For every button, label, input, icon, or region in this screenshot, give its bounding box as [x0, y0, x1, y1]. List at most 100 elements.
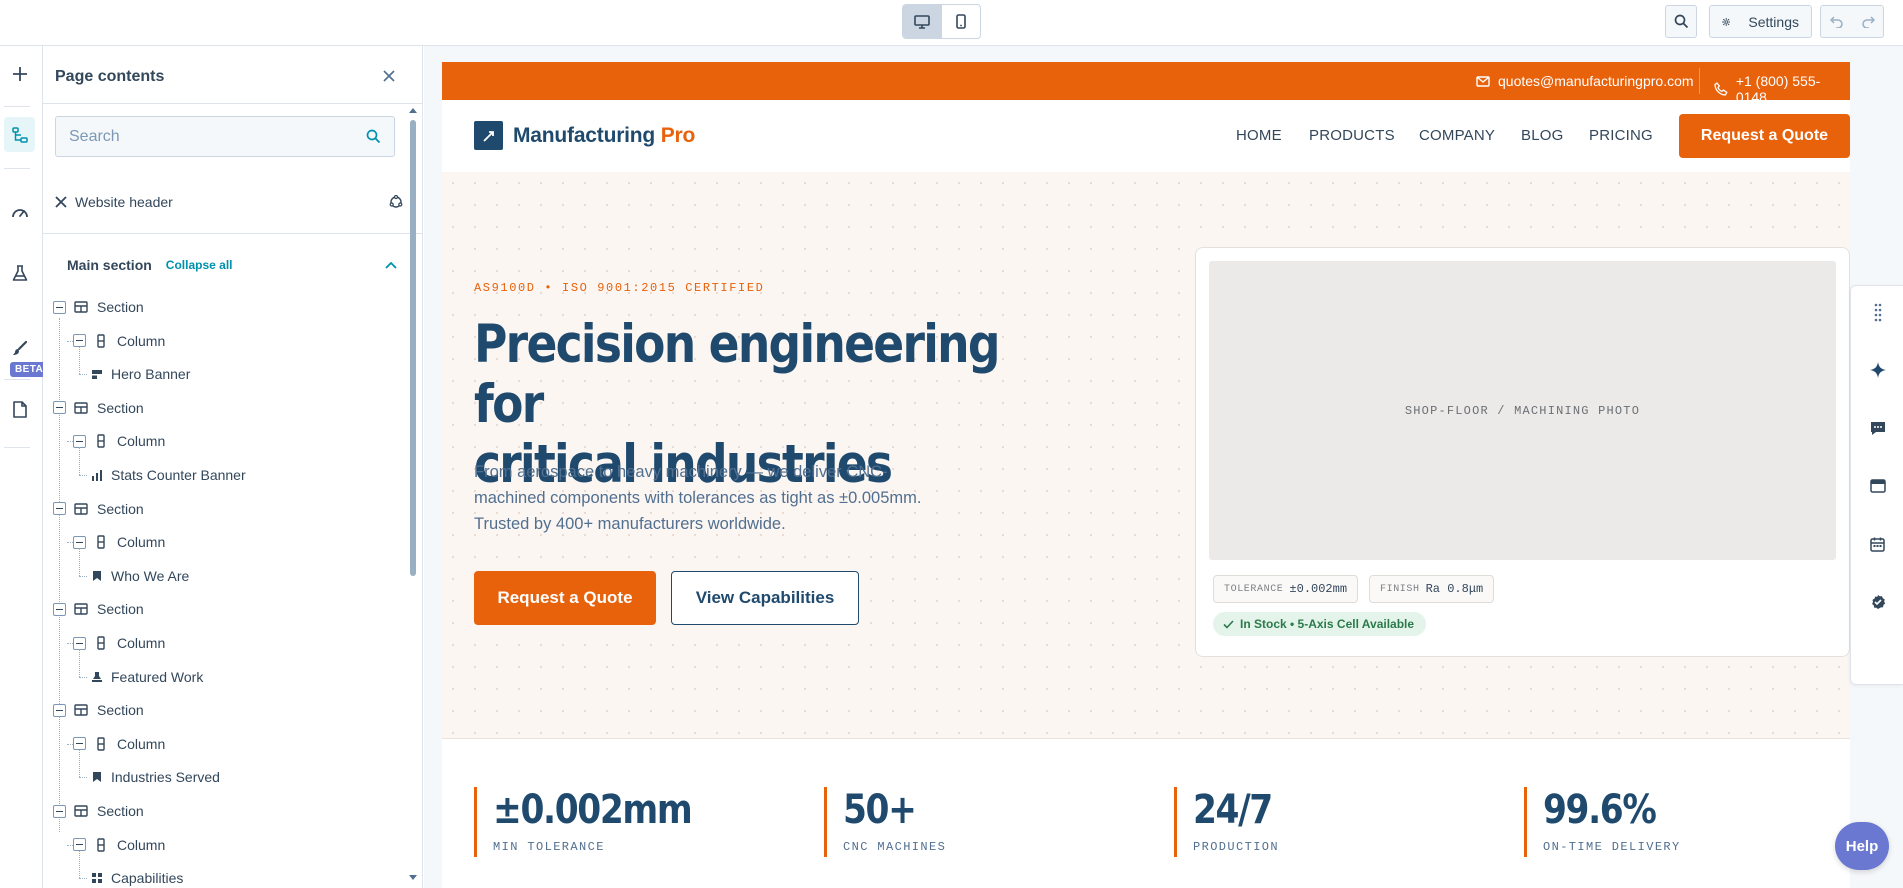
tree-collapse-toggle[interactable] — [73, 434, 86, 448]
tree-section-node[interactable]: Section — [53, 498, 144, 520]
stat-item: ±0.002mm MIN TOLERANCE — [474, 787, 724, 857]
close-panel-button[interactable] — [383, 70, 395, 82]
add-module-button[interactable] — [4, 56, 35, 91]
rail-divider — [4, 379, 30, 380]
tree-collapse-toggle[interactable] — [53, 602, 66, 616]
settings-label: Settings — [1748, 13, 1799, 30]
hero-eyebrow: AS9100D • ISO 9001:2015 CERTIFIED — [474, 281, 765, 295]
tree-column-node[interactable]: Column — [73, 531, 165, 553]
tree-node-label: Section — [97, 299, 144, 315]
tree-collapse-toggle[interactable] — [53, 703, 66, 717]
tree-column-node[interactable]: Column — [73, 834, 165, 856]
contact-email-text: quotes@manufacturingpro.com — [1498, 73, 1694, 89]
tree-collapse-toggle[interactable] — [73, 535, 86, 549]
history-controls — [1820, 5, 1884, 38]
settings-button[interactable]: Settings — [1709, 5, 1812, 38]
optimize-button[interactable] — [4, 194, 35, 229]
tree-node-label: Who We Are — [111, 567, 190, 584]
brush-icon — [12, 340, 27, 355]
tree-column-node[interactable]: Column — [73, 330, 165, 352]
mobile-preview-button[interactable] — [941, 5, 980, 38]
tree-collapse-toggle[interactable] — [53, 401, 66, 415]
drag-handle[interactable] — [1851, 297, 1903, 327]
hero-request-quote-button[interactable]: Request a Quote — [474, 571, 656, 625]
tree-module-node[interactable]: Stats Counter Banner — [91, 464, 246, 486]
tree-collapse-toggle[interactable] — [53, 502, 66, 516]
nav-request-quote-button[interactable]: Request a Quote — [1679, 114, 1850, 158]
tree-section-node[interactable]: Section — [53, 800, 144, 822]
section-icon — [74, 402, 88, 414]
nav-home[interactable]: HOME — [1236, 127, 1282, 144]
column-icon — [97, 636, 105, 650]
tree-collapse-toggle[interactable] — [53, 300, 66, 314]
browser-preview-button[interactable] — [1851, 471, 1903, 501]
chevron-up-icon[interactable] — [385, 261, 397, 269]
website-header-row[interactable]: Website header — [55, 190, 405, 214]
finish-spec: FINISH Ra 0.8μm — [1369, 575, 1495, 603]
tree-guide-line — [79, 749, 80, 778]
design-button[interactable] — [4, 330, 35, 365]
tree-section-node[interactable]: Section — [53, 296, 144, 318]
nav-pricing[interactable]: PRICING — [1589, 127, 1653, 144]
tree-module-node[interactable]: Capabilities — [91, 867, 183, 888]
undo-icon[interactable] — [1829, 15, 1844, 28]
tree-module-node[interactable]: Industries Served — [91, 766, 220, 788]
help-button[interactable]: Help — [1835, 822, 1889, 870]
stat-item: 24/7 PRODUCTION — [1174, 787, 1285, 857]
nav-blog[interactable]: BLOG — [1521, 127, 1563, 144]
right-assistant-sidebar — [1850, 285, 1903, 685]
tree-column-node[interactable]: Column — [73, 430, 165, 452]
page-settings-button[interactable] — [4, 392, 35, 427]
desktop-preview-button[interactable] — [903, 5, 941, 38]
search-button[interactable] — [1665, 5, 1697, 38]
tree-collapse-toggle[interactable] — [73, 737, 86, 751]
stock-badge: In Stock • 5-Axis Cell Available — [1213, 612, 1427, 636]
header-node-icon — [55, 196, 67, 208]
tree-module-node[interactable]: Who We Are — [91, 565, 189, 587]
stat-value: 24/7 — [1193, 787, 1273, 833]
panel-scroll-thumb[interactable] — [410, 120, 416, 576]
tree-guide-line — [79, 548, 80, 576]
tree-module-node[interactable]: Featured Work — [91, 666, 203, 688]
stock-badge-text: In Stock • 5-Axis Cell Available — [1240, 617, 1415, 631]
search-input[interactable] — [69, 127, 366, 146]
tree-node-label: Column — [117, 433, 166, 450]
tasks-button[interactable] — [1851, 587, 1903, 617]
calendar-button[interactable] — [1851, 529, 1903, 559]
tree-collapse-toggle[interactable] — [73, 838, 86, 852]
collapse-all-link[interactable]: Collapse all — [166, 258, 233, 272]
view-capabilities-button[interactable]: View Capabilities — [671, 571, 859, 625]
tree-node-label: Industries Served — [111, 769, 220, 786]
contact-strip: quotes@manufacturingpro.com +1 (800) 555… — [442, 62, 1850, 105]
tree-collapse-toggle[interactable] — [73, 636, 86, 650]
gear-icon — [1722, 17, 1731, 26]
nav-products[interactable]: PRODUCTS — [1309, 127, 1395, 144]
tree-collapse-toggle[interactable] — [53, 804, 66, 818]
browser-window-icon — [1869, 479, 1886, 493]
logo-text-accent: Pro — [660, 123, 696, 147]
tree-section-node[interactable]: Section — [53, 699, 144, 721]
tree-collapse-toggle[interactable] — [73, 334, 86, 348]
file-icon — [12, 401, 27, 418]
search-icon — [1674, 14, 1688, 29]
tolerance-spec: TOLERANCE ±0.002mm — [1213, 575, 1359, 603]
close-icon — [383, 70, 395, 82]
contact-email[interactable]: quotes@manufacturingpro.com — [1476, 73, 1694, 89]
tree-section-node[interactable]: Section — [53, 598, 144, 620]
tree-column-node[interactable]: Column — [73, 632, 165, 654]
page-contents-button[interactable] — [4, 117, 35, 152]
scroll-down-icon[interactable] — [407, 874, 419, 882]
comments-button[interactable] — [1851, 413, 1903, 443]
site-logo[interactable]: Manufacturing Pro — [474, 121, 695, 150]
redo-icon[interactable] — [1861, 15, 1875, 28]
tree-column-node[interactable]: Column — [73, 733, 165, 755]
ai-assistant-button[interactable] — [1851, 355, 1903, 385]
tree-node-label: Column — [117, 635, 166, 651]
nav-company[interactable]: COMPANY — [1419, 127, 1495, 144]
tree-module-node[interactable]: Hero Banner — [91, 363, 190, 385]
scroll-up-icon[interactable] — [407, 106, 419, 114]
test-button[interactable] — [4, 256, 35, 291]
search-icon[interactable] — [366, 129, 381, 144]
global-refresh-icon[interactable] — [389, 195, 403, 209]
tree-section-node[interactable]: Section — [53, 397, 144, 419]
